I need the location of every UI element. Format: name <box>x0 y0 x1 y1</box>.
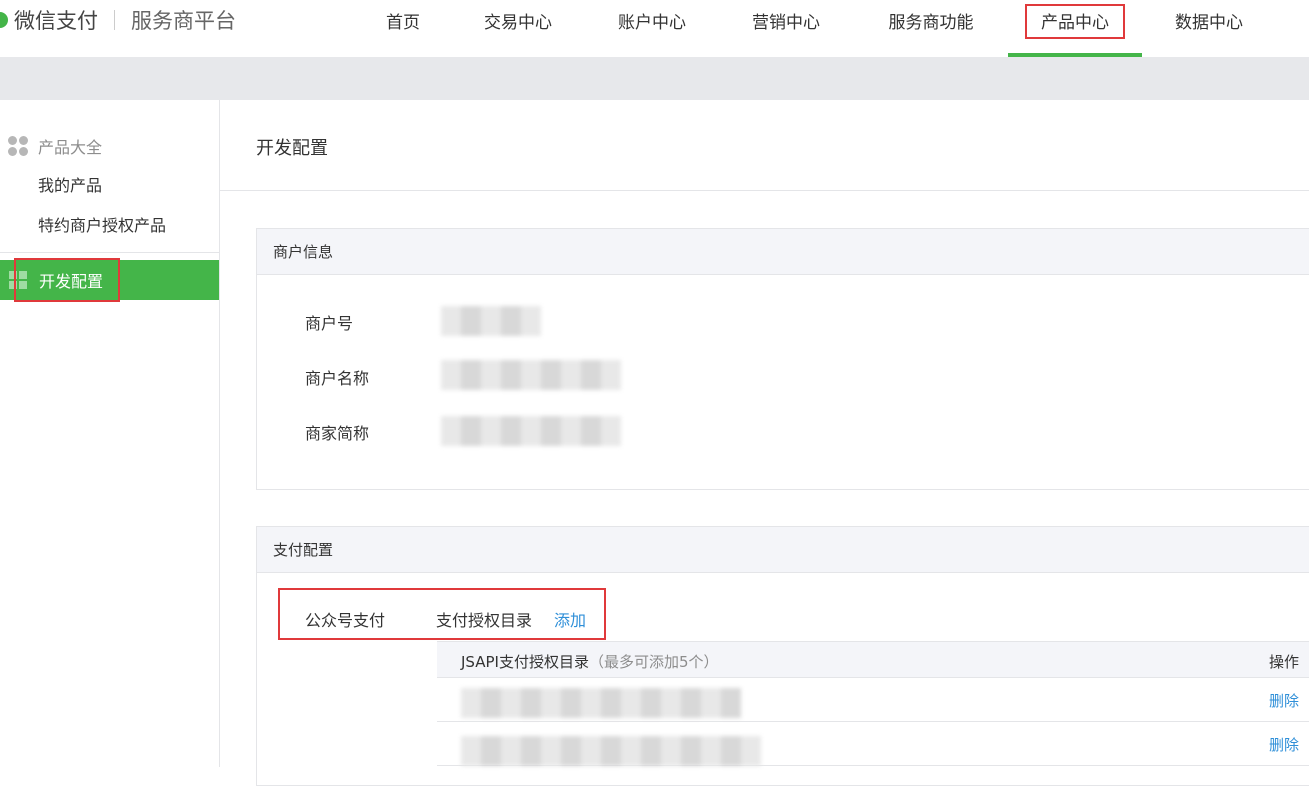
nav-item-trade-center[interactable]: 交易中心 <box>479 0 557 57</box>
delete-link[interactable]: 删除 <box>1269 690 1299 711</box>
nav-item-data-center[interactable]: 数据中心 <box>1170 0 1248 57</box>
nav-item-label: 产品中心 <box>1025 4 1125 39</box>
sidebar-group-label: 产品大全 <box>38 138 103 157</box>
sub-header-bar <box>0 57 1309 100</box>
nav-item-marketing-center[interactable]: 营销中心 <box>747 0 825 57</box>
nav-item-label: 首页 <box>386 13 420 33</box>
nav-item-provider-functions[interactable]: 服务商功能 <box>882 0 980 57</box>
table-op-header: 操作 <box>1268 653 1299 671</box>
redacted-value <box>441 306 541 336</box>
redacted-value <box>441 416 621 446</box>
page-title: 开发配置 <box>256 138 328 159</box>
nav-item-home[interactable]: 首页 <box>383 0 423 57</box>
nav-item-label: 营销中心 <box>752 13 820 33</box>
sidebar-item-my-products[interactable]: 我的产品 <box>38 172 102 200</box>
merchant-info-panel: 商户信息 商户号 商户名称 商家简称 <box>256 228 1309 490</box>
table-title: JSAPI支付授权目录（最多可添加5个） <box>461 651 719 672</box>
sidebar-divider <box>0 252 219 253</box>
nav-item-label: 交易中心 <box>484 13 552 33</box>
nav-item-label: 数据中心 <box>1175 13 1243 33</box>
nav-item-product-center[interactable]: 产品中心 <box>1008 0 1142 57</box>
sidebar: 产品大全 我的产品 特约商户授权产品 开发配置 <box>0 100 220 767</box>
grid-icon <box>9 271 27 289</box>
panel-title: 商户信息 <box>257 229 1309 275</box>
redacted-value <box>461 688 741 718</box>
table-title-hint: （最多可添加5个） <box>588 653 719 671</box>
table-row: 删除 <box>437 678 1309 722</box>
delete-link[interactable]: 删除 <box>1269 734 1299 755</box>
sidebar-group-products: 产品大全 <box>0 132 219 160</box>
merchant-id-label: 商户号 <box>305 314 354 333</box>
sidebar-item-dev-config[interactable]: 开发配置 <box>0 260 219 300</box>
auth-dir-table-header: JSAPI支付授权目录（最多可添加5个） 操作 <box>437 641 1309 678</box>
sidebar-item-authorized-products[interactable]: 特约商户授权产品 <box>38 212 166 240</box>
nav-item-label: 账户中心 <box>618 13 686 33</box>
auth-dir-label: 支付授权目录 <box>436 611 533 630</box>
nav-item-account-center[interactable]: 账户中心 <box>613 0 691 57</box>
redacted-value <box>441 360 621 390</box>
pay-type-label: 公众号支付 <box>305 611 386 630</box>
merchant-short-name-label: 商家简称 <box>305 424 370 443</box>
top-navigation-bar: 微信支付 服务商平台 首页 交易中心 账户中心 营销中心 服务商功能 产品中心 … <box>0 0 1309 57</box>
title-divider <box>220 190 1309 191</box>
merchant-name-label: 商户名称 <box>305 369 370 388</box>
main-nav: 首页 交易中心 账户中心 营销中心 服务商功能 产品中心 数据中心 <box>0 0 1309 57</box>
table-row: 删除 <box>437 722 1309 766</box>
table-title-text: JSAPI支付授权目录 <box>461 653 589 671</box>
sidebar-item-label: 开发配置 <box>39 272 104 291</box>
add-dir-link[interactable]: 添加 <box>554 607 586 631</box>
redacted-value <box>461 736 761 766</box>
panel-title: 支付配置 <box>257 527 1309 573</box>
nav-item-label: 服务商功能 <box>888 13 974 33</box>
apps-dots-icon <box>8 136 28 156</box>
